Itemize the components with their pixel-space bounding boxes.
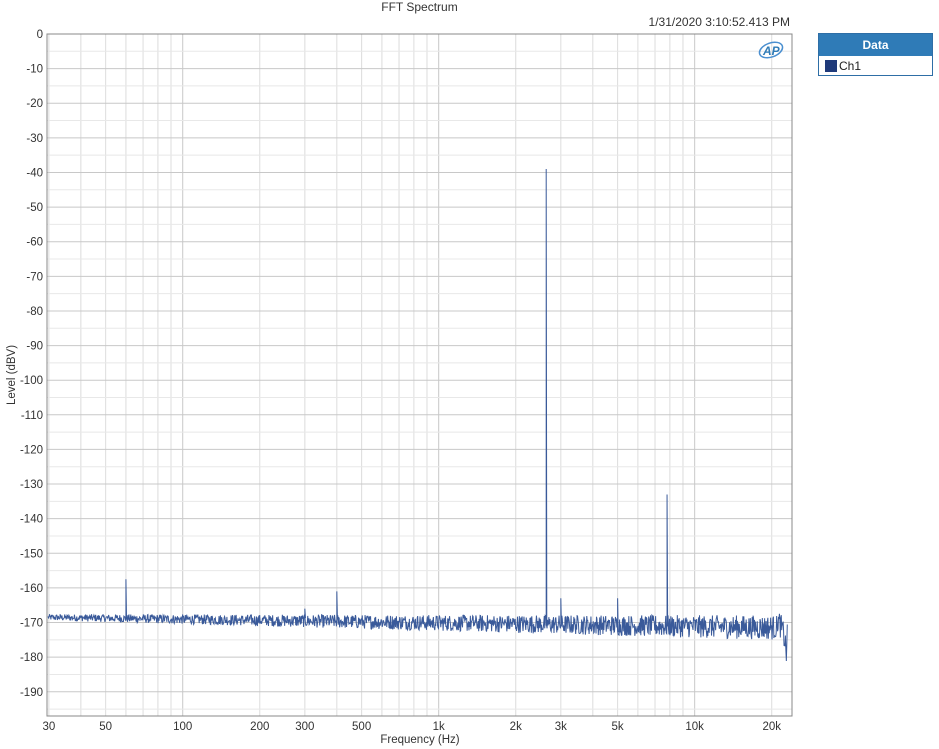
y-axis-ticks: 0 -10 -20 -30 -40 -50 -60 -70 -80 -90 -100 -110 -120…	[20, 29, 43, 699]
y-tick-label: -30	[26, 133, 43, 145]
y-tick-label: -160	[20, 583, 43, 595]
x-axis-label: Frequency (Hz)	[380, 734, 459, 746]
x-tick-label: 500	[352, 721, 371, 733]
y-tick-label: -80	[26, 306, 43, 318]
y-tick-label: -60	[26, 237, 43, 249]
y-tick-label: -20	[26, 98, 43, 110]
svg-text:AP: AP	[762, 44, 781, 58]
y-tick-label: -100	[20, 375, 43, 387]
x-tick-label: 10k	[685, 721, 704, 733]
x-tick-label: 30	[42, 721, 55, 733]
legend-item-ch1[interactable]: Ch1	[819, 56, 932, 76]
x-tick-label: 5k	[612, 721, 624, 733]
x-tick-label: 3k	[555, 721, 567, 733]
y-tick-label: -70	[26, 271, 43, 283]
y-tick-label: -190	[20, 687, 43, 699]
x-tick-label: 200	[250, 721, 269, 733]
legend-panel: Data Ch1	[818, 33, 933, 76]
legend-item-label: Ch1	[839, 59, 862, 73]
y-tick-label: -90	[26, 341, 43, 353]
fft-plot[interactable]: 0 -10 -20 -30 -40 -50 -60 -70 -80 -90 -100 -110 -120…	[0, 0, 939, 749]
x-tick-label: 50	[99, 721, 112, 733]
x-tick-label: 2k	[510, 721, 522, 733]
x-tick-label: 20k	[762, 721, 781, 733]
legend-header[interactable]: Data	[819, 34, 932, 56]
y-tick-label: -40	[26, 167, 43, 179]
plot-frame	[46, 33, 793, 717]
ap-logo-icon: AP	[758, 41, 784, 59]
y-tick-label: -110	[21, 410, 43, 422]
x-tick-label: 1k	[433, 721, 445, 733]
legend-swatch	[825, 60, 837, 72]
grid-lines	[47, 33, 792, 716]
y-tick-label: -170	[20, 618, 43, 630]
y-tick-label: -120	[20, 444, 43, 456]
x-tick-label: 100	[173, 721, 192, 733]
y-tick-label: -180	[20, 652, 43, 664]
x-axis-ticks: 30 50 100 200 300 500 1k 2k 3k 5k 10k 20k	[42, 721, 781, 733]
y-tick-label: -150	[20, 548, 43, 560]
y-tick-label: -130	[20, 479, 43, 491]
y-axis-label: Level (dBV)	[6, 345, 18, 405]
x-tick-label: 300	[295, 721, 314, 733]
y-tick-label: 0	[37, 29, 43, 41]
y-tick-label: -50	[26, 202, 43, 214]
y-tick-label: -140	[20, 514, 43, 526]
y-tick-label: -10	[26, 64, 43, 76]
